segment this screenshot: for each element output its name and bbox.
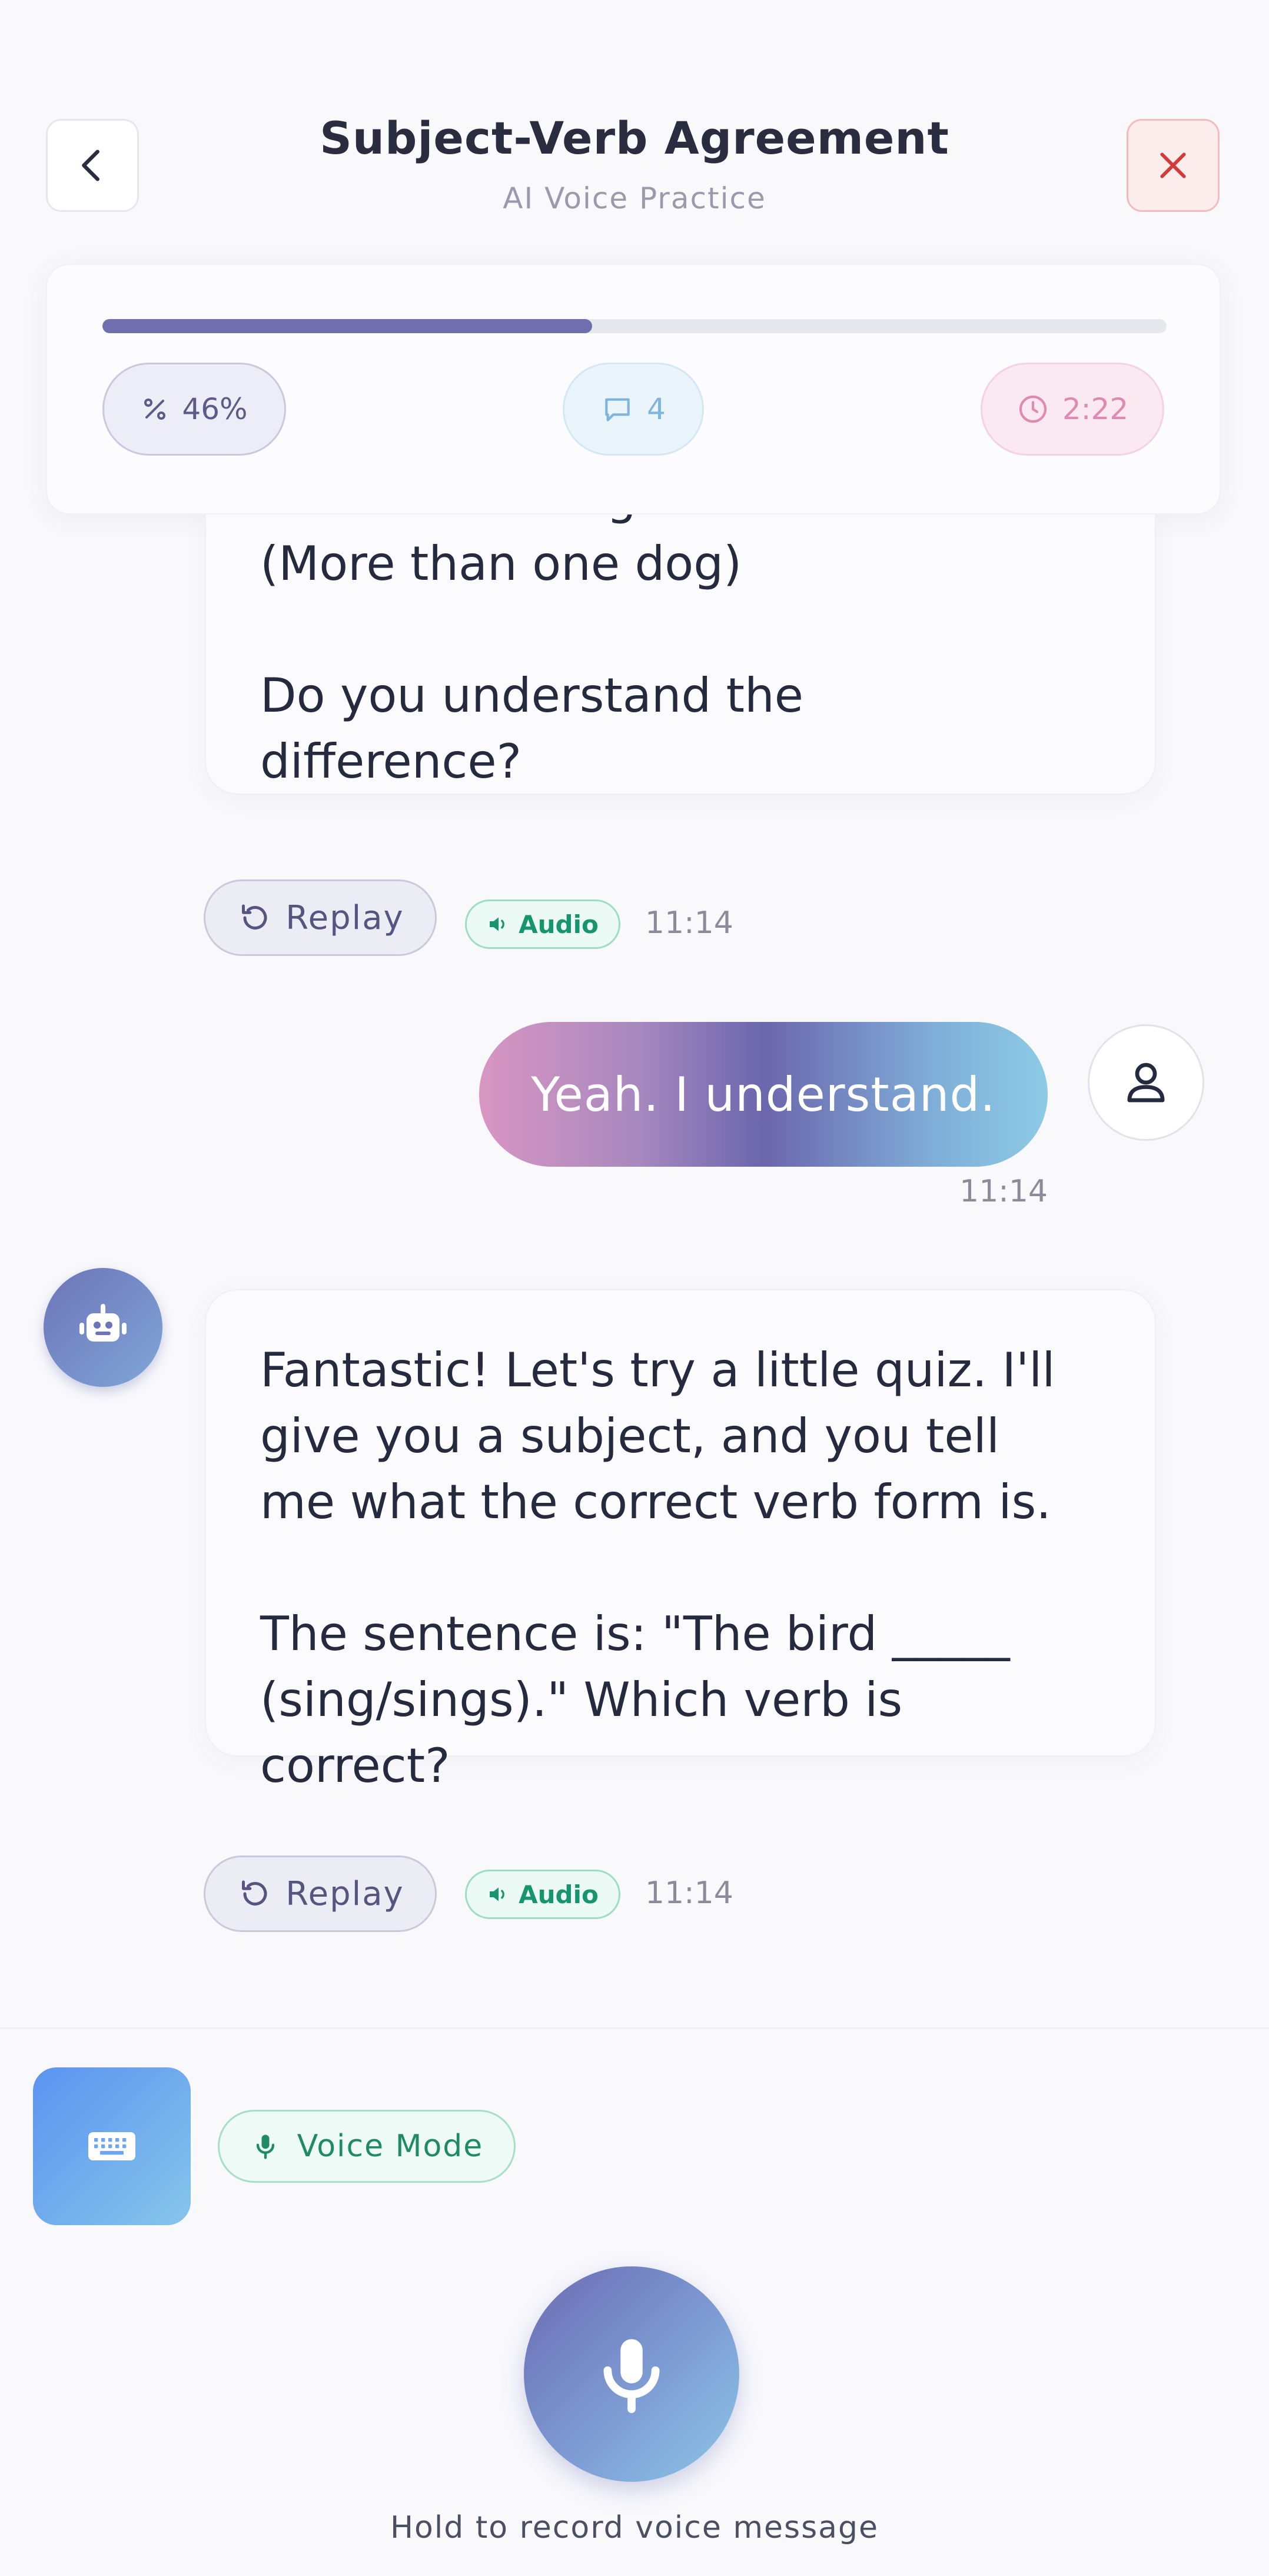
timer-badge: 2:22 [981,363,1164,456]
audio-badge: Audio [465,1870,620,1919]
timer-label: 2:22 [1062,392,1129,426]
audio-label: Audio [519,909,599,939]
message-count-label: 4 [647,392,666,426]
speaker-icon [490,1887,504,1901]
input-divider [0,2027,1269,2029]
speaker-icon [490,917,504,931]
assistant-avatar [44,1268,162,1387]
chat-bubble-icon [605,398,630,421]
replay-button[interactable]: Replay [204,879,437,956]
progress-card: 46% 4 2:22 [46,264,1221,514]
keyboard-toggle-button[interactable] [33,2067,191,2225]
microphone-icon [603,2339,660,2414]
keyboard-icon [88,2132,135,2160]
ai-message-bubble: Fantastic! Let's try a little quiz. I'll… [205,1289,1156,1793]
progress-percent-label: 46% [182,392,248,426]
user-message-bubble: Yeah. I understand. [479,1022,1048,1167]
replay-label: Replay [285,1874,404,1913]
replay-label: Replay [285,898,404,937]
close-x-icon [1160,152,1186,178]
voice-mode-toggle[interactable]: Voice Mode [218,2110,516,2183]
clock-icon [1019,395,1047,423]
message-timestamp: 11:14 [959,1174,1048,1209]
replay-icon [242,1880,267,1906]
replay-icon [242,904,267,930]
voice-mode-label: Voice Mode [297,2129,484,2164]
close-button[interactable] [1127,119,1220,212]
chat-scroll-area[interactable]: Plural: "The dogs" bark". (More than one… [0,514,1269,2027]
progress-percent-badge: 46% [102,363,286,456]
percent-icon [144,399,166,420]
progress-bar [102,319,1167,333]
record-voice-button[interactable] [524,2266,739,2482]
user-avatar [1088,1024,1204,1141]
ai-message-bubble: Plural: "The dogs" bark". (More than one… [205,514,1156,795]
message-timestamp: 11:14 [645,905,733,941]
page-title: Subject-Verb Agreement [320,112,949,164]
message-count-badge: 4 [563,363,704,456]
audio-label: Audio [519,1880,599,1909]
microphone-icon [256,2135,274,2159]
user-icon [1127,1063,1165,1103]
progress-bar-fill [102,319,592,333]
audio-badge: Audio [465,899,620,949]
record-hint: Hold to record voice message [390,2510,879,2545]
page-subtitle: AI Voice Practice [503,181,766,215]
robot-icon [79,1304,127,1342]
message-timestamp: 11:14 [645,1875,733,1911]
replay-button[interactable]: Replay [204,1855,437,1932]
